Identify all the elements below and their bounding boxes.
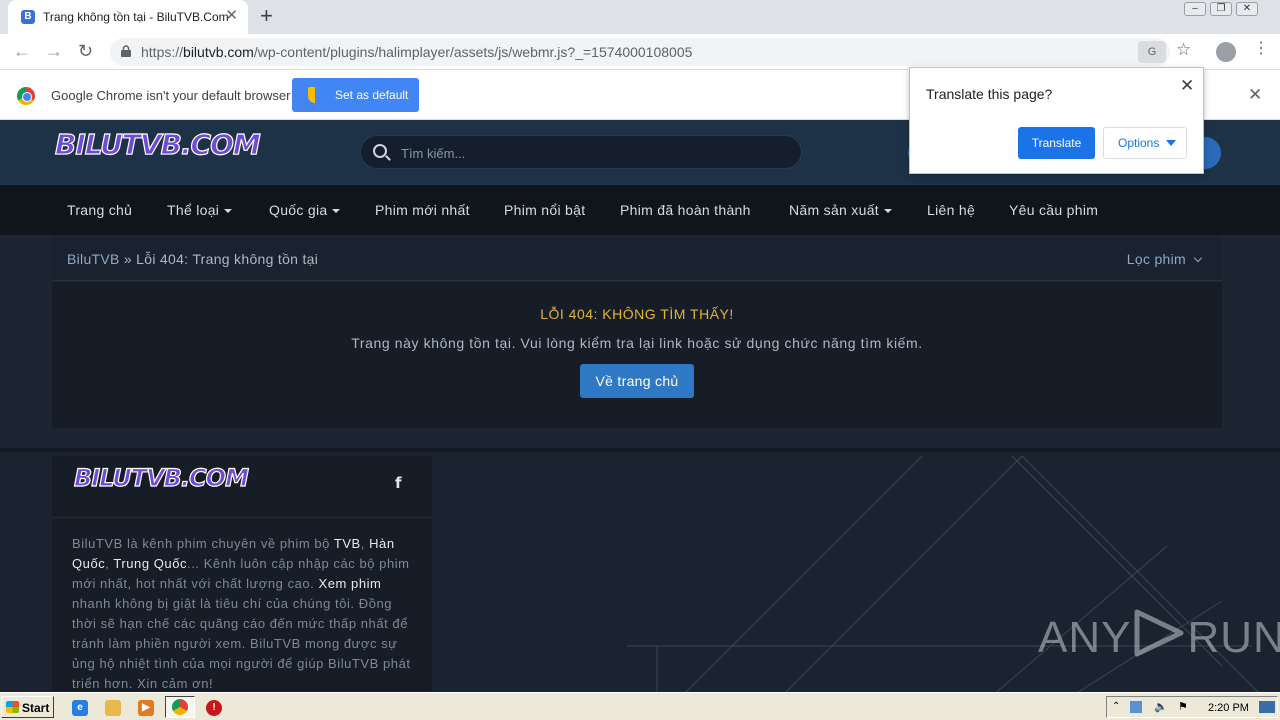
network-icon[interactable] xyxy=(1130,701,1142,713)
reload-icon[interactable]: ↻ xyxy=(78,42,93,60)
caret-down-icon xyxy=(883,209,892,214)
nav-item-latest[interactable]: Phim mới nhất xyxy=(375,202,470,218)
breadcrumb-current: Lỗi 404: Trang không tồn tại xyxy=(136,251,319,267)
filter-toggle[interactable]: Lọc phim xyxy=(1127,251,1203,267)
error-message: Trang này không tồn tại. Vui lòng kiểm t… xyxy=(351,335,923,351)
back-icon[interactable]: ← xyxy=(13,42,31,60)
nav-item-home[interactable]: Trang chủ xyxy=(67,202,132,218)
browser-tab[interactable]: B Trang không tồn tại - BiluTVB.Com ✕ xyxy=(8,0,248,34)
taskbar-clock: 2:20 PM xyxy=(1208,702,1249,714)
browser-toolbar: ← → ↻ https://bilutvb.com/wp-content/plu… xyxy=(0,34,1280,70)
tray-expand-icon[interactable]: ⌃ xyxy=(1112,701,1124,713)
error-panel: LỖI 404: KHÔNG TÌM THẤY! Trang này không… xyxy=(52,282,1222,428)
caret-down-icon xyxy=(224,209,233,214)
caret-down-icon xyxy=(332,209,341,214)
tab-close-icon[interactable]: ✕ xyxy=(225,8,238,24)
url-text: https://bilutvb.com/wp-content/plugins/h… xyxy=(141,44,693,60)
media-player-icon[interactable]: ▶ xyxy=(138,700,154,716)
breadcrumb-bar: BiluTVB » Lỗi 404: Trang không tồn tại L… xyxy=(52,235,1222,281)
translate-popup-title: Translate this page? xyxy=(926,86,1053,102)
search-icon[interactable] xyxy=(373,144,387,158)
window-close-icon[interactable]: ✕ xyxy=(1236,2,1258,16)
nav-item-request[interactable]: Yêu cầu phim xyxy=(1009,202,1098,218)
shield-icon xyxy=(308,87,322,103)
new-tab-icon[interactable]: + xyxy=(260,5,273,27)
back-home-button[interactable]: Về trang chủ xyxy=(580,364,694,398)
footer-link-china[interactable]: Trung Quốc xyxy=(113,556,187,571)
forward-icon[interactable]: → xyxy=(45,42,63,60)
chrome-logo-icon xyxy=(17,87,35,105)
windows-taskbar: Start e ▶ ! ⌃ 🔈 ⚑ 2:20 PM xyxy=(0,692,1280,720)
restore-icon[interactable]: ❐ xyxy=(1210,2,1232,16)
menu-dots-icon[interactable]: ⋮ xyxy=(1253,41,1269,57)
chevron-down-icon xyxy=(1193,253,1203,263)
footer-about: BILUTVB.COM f BiluTVB là kênh phim chuyê… xyxy=(52,456,432,696)
translate-icon[interactable]: G xyxy=(1138,41,1166,63)
anyrun-watermark: ANY RUN xyxy=(1038,608,1280,663)
profile-avatar-icon[interactable] xyxy=(1216,42,1236,62)
show-desktop-icon[interactable] xyxy=(1259,701,1275,713)
options-button[interactable]: Options xyxy=(1103,127,1187,159)
translate-popup: Translate this page? ✕ Translate Options xyxy=(909,67,1204,174)
bookmark-star-icon[interactable]: ☆ xyxy=(1176,40,1191,60)
breadcrumb-home-link[interactable]: BiluTVB xyxy=(67,251,120,267)
nav-item-completed[interactable]: Phim đã hoàn thành xyxy=(620,202,751,218)
windows-logo-icon xyxy=(6,701,19,713)
footer-logo-bar: BILUTVB.COM f xyxy=(52,456,432,518)
ie-icon[interactable]: e xyxy=(72,700,88,716)
nav-item-genre[interactable]: Thể loại xyxy=(167,202,233,218)
chrome-icon xyxy=(172,699,188,715)
site-logo[interactable]: BILUTVB.COM xyxy=(54,127,261,161)
screen: B Trang không tồn tại - BiluTVB.Com ✕ + … xyxy=(0,0,1280,720)
facebook-icon[interactable]: f xyxy=(395,474,402,492)
error-title: LỖI 404: KHÔNG TÌM THẤY! xyxy=(540,306,734,322)
tab-title: Trang không tồn tại - BiluTVB.Com xyxy=(43,10,229,24)
folder-icon[interactable] xyxy=(105,700,121,716)
popup-close-icon[interactable]: ✕ xyxy=(1180,76,1194,96)
site-search xyxy=(360,135,802,169)
footer-link-watch[interactable]: Xem phim xyxy=(319,576,382,591)
lock-icon xyxy=(121,45,131,57)
opera-icon[interactable]: ! xyxy=(206,700,222,716)
translate-button[interactable]: Translate xyxy=(1018,127,1095,159)
dropdown-arrow-icon xyxy=(1166,140,1176,146)
start-button[interactable]: Start xyxy=(1,696,54,718)
footer-description: BiluTVB là kênh phim chuyên về phim bộ T… xyxy=(72,536,411,691)
play-icon xyxy=(1134,609,1184,657)
infobar-message: Google Chrome isn't your default browser xyxy=(51,88,291,103)
main-nav: Trang chủ Thể loại Quốc gia Phim mới nhấ… xyxy=(0,185,1280,235)
address-bar[interactable]: https://bilutvb.com/wp-content/plugins/h… xyxy=(110,38,1191,66)
set-default-label: Set as default xyxy=(335,88,409,102)
nav-item-contact[interactable]: Liên hệ xyxy=(927,202,975,218)
nav-item-year[interactable]: Năm sản xuất xyxy=(789,202,892,218)
infobar-close-icon[interactable]: ✕ xyxy=(1248,86,1262,103)
flag-icon[interactable]: ⚑ xyxy=(1178,701,1190,713)
footer-link-tvb[interactable]: TVB xyxy=(334,536,361,551)
nav-item-country[interactable]: Quốc gia xyxy=(269,202,341,218)
minimize-icon[interactable]: – xyxy=(1184,2,1206,16)
nav-item-featured[interactable]: Phim nổi bật xyxy=(504,202,585,218)
footer-logo[interactable]: BILUTVB.COM xyxy=(73,463,249,492)
site-favicon-icon: B xyxy=(21,10,35,24)
search-input[interactable] xyxy=(401,143,791,163)
breadcrumb: BiluTVB » Lỗi 404: Trang không tồn tại xyxy=(67,251,319,267)
taskbar-chrome-button[interactable] xyxy=(165,696,195,718)
volume-icon[interactable]: 🔈 xyxy=(1154,701,1168,713)
set-default-button[interactable]: Set as default xyxy=(292,78,419,112)
browser-tabstrip: B Trang không tồn tại - BiluTVB.Com ✕ + … xyxy=(0,0,1280,34)
